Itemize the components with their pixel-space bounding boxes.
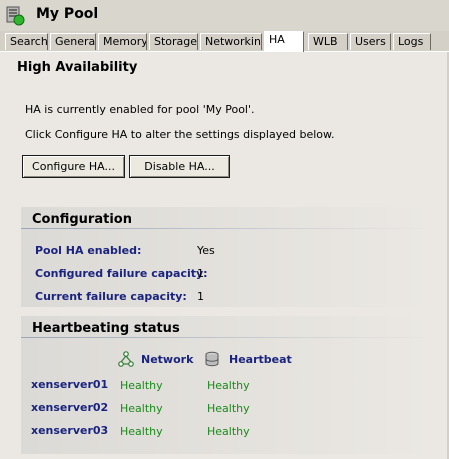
tab-strip: Search General Memory Storage Networking… — [0, 31, 449, 52]
configured-failure-capacity-value: 1 — [197, 267, 204, 280]
network-column-header: Network — [141, 353, 194, 366]
heartbeat-status-xenserver01: Healthy — [207, 379, 250, 392]
configuration-heading: Configuration — [32, 212, 132, 227]
heartbeat-disk-icon — [205, 351, 219, 367]
page-title: High Availability — [17, 60, 138, 75]
network-status-xenserver03: Healthy — [120, 425, 163, 438]
current-failure-capacity-value: 1 — [197, 290, 204, 303]
disable-ha-button[interactable]: Disable HA... — [129, 155, 230, 178]
tab-wlb[interactable]: WLB — [308, 33, 348, 50]
tab-search[interactable]: Search — [5, 33, 48, 50]
network-status-xenserver01: Healthy — [120, 379, 163, 392]
heartbeat-status-xenserver03: Healthy — [207, 425, 250, 438]
configure-ha-button[interactable]: Configure HA... — [22, 155, 125, 178]
pool-ha-enabled-value: Yes — [197, 244, 215, 257]
server-name-xenserver01: xenserver01 — [31, 378, 109, 391]
ha-hint-text: Click Configure HA to alter the settings… — [25, 128, 335, 141]
server-name-xenserver02: xenserver02 — [31, 401, 109, 414]
tab-memory[interactable]: Memory — [98, 33, 147, 50]
pool-ha-enabled-label: Pool HA enabled: — [35, 244, 142, 257]
heartbeat-column-header: Heartbeat — [229, 353, 292, 366]
network-status-xenserver02: Healthy — [120, 402, 163, 415]
current-failure-capacity-label: Current failure capacity: — [35, 290, 187, 303]
tab-ha[interactable]: HA — [264, 31, 304, 52]
configuration-divider — [21, 228, 431, 229]
pool-icon — [6, 6, 25, 26]
tab-users[interactable]: Users — [350, 33, 391, 50]
heartbeating-heading: Heartbeating status — [32, 321, 180, 336]
network-icon — [118, 351, 134, 367]
ha-status-text: HA is currently enabled for pool 'My Poo… — [25, 103, 255, 116]
ha-content: High Availability HA is currently enable… — [0, 52, 449, 459]
heartbeating-panel: Heartbeating status Network Heartbeat xe… — [21, 316, 431, 454]
title-bar: My Pool — [0, 0, 449, 31]
pool-title: My Pool — [36, 6, 99, 22]
server-name-xenserver03: xenserver03 — [31, 424, 109, 437]
tab-logs[interactable]: Logs — [393, 33, 431, 50]
tab-general[interactable]: General — [50, 33, 96, 50]
configured-failure-capacity-label: Configured failure capacity: — [35, 267, 208, 280]
configuration-panel: Configuration Pool HA enabled: Yes Confi… — [21, 207, 431, 307]
heartbeat-status-xenserver02: Healthy — [207, 402, 250, 415]
tab-storage[interactable]: Storage — [149, 33, 198, 50]
heartbeating-divider — [21, 337, 431, 338]
tab-networking[interactable]: Networking — [200, 33, 262, 50]
